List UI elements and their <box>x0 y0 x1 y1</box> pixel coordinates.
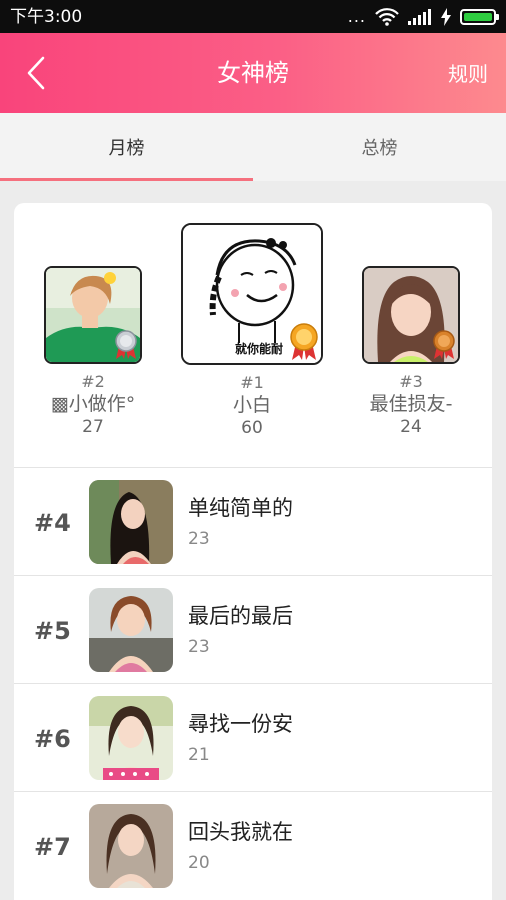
podium: #2 ▩小做作° 27 就你能耐 #1 小白 60 #3 最佳损友- 24 <box>14 203 492 467</box>
list-name: 尋找一份安 <box>188 712 293 736</box>
wifi-icon <box>375 8 399 26</box>
notification-dots: ... <box>347 7 366 26</box>
avatar <box>44 266 142 364</box>
avatar <box>89 696 173 780</box>
podium-item-2[interactable]: #2 ▩小做作° 27 <box>34 266 152 438</box>
battery-icon <box>460 9 499 25</box>
avatar-photo <box>89 480 173 564</box>
signal-icon <box>408 9 431 25</box>
silver-medal-icon <box>115 330 137 359</box>
avatar <box>362 266 460 364</box>
ranking-card: #2 ▩小做作° 27 就你能耐 #1 小白 60 #3 最佳损友- 24 #4… <box>14 203 492 900</box>
photo-caption: 就你能耐 <box>235 342 284 356</box>
status-bar: 下午3:00 ... <box>0 0 506 33</box>
tab-monthly[interactable]: 月榜 <box>0 113 253 181</box>
avatar <box>89 480 173 564</box>
podium-score: 60 <box>241 418 263 438</box>
podium-rank: #3 <box>399 372 423 391</box>
app-header: 女神榜 规则 <box>0 33 506 113</box>
list-score: 21 <box>188 745 210 765</box>
gold-medal-icon <box>290 323 318 360</box>
avatar <box>89 804 173 888</box>
avatar-photo <box>89 696 173 780</box>
podium-name: 小白 <box>232 394 271 416</box>
charging-icon <box>441 8 451 26</box>
tab-overall[interactable]: 总榜 <box>253 113 506 181</box>
podium-item-3[interactable]: #3 最佳损友- 24 <box>352 266 470 438</box>
list-rank: #5 <box>34 617 71 645</box>
list-item[interactable]: #6 尋找一份安 21 <box>14 683 492 791</box>
avatar: 就你能耐 <box>181 223 323 365</box>
podium-rank: #1 <box>240 373 264 392</box>
list-rank: #4 <box>34 509 71 537</box>
podium-item-1[interactable]: 就你能耐 #1 小白 60 <box>180 223 324 439</box>
podium-name: ▩小做作° <box>50 393 136 415</box>
list-rank: #7 <box>34 833 71 861</box>
bronze-medal-icon <box>433 330 455 359</box>
battery-level <box>464 13 492 21</box>
list-name: 单纯简单的 <box>188 496 293 520</box>
list-score: 20 <box>188 853 210 873</box>
page-title: 女神榜 <box>217 59 289 87</box>
avatar-photo <box>89 804 173 888</box>
list-name: 回头我就在 <box>188 820 293 844</box>
ranking-tabs: 月榜 总榜 <box>0 113 506 181</box>
list-item[interactable]: #4 单纯简单的 23 <box>14 467 492 575</box>
list-score: 23 <box>188 637 210 657</box>
rules-link[interactable]: 规则 <box>448 60 488 88</box>
podium-score: 27 <box>82 417 104 437</box>
status-time: 下午3:00 <box>10 7 83 27</box>
avatar <box>89 588 173 672</box>
list-rank: #6 <box>34 725 71 753</box>
list-item[interactable]: #7 回头我就在 20 <box>14 791 492 899</box>
podium-rank: #2 <box>81 372 105 391</box>
list-score: 23 <box>188 529 210 549</box>
list-item[interactable]: #5 最后的最后 23 <box>14 575 492 683</box>
podium-name: 最佳损友- <box>369 393 453 415</box>
list-name: 最后的最后 <box>188 604 293 628</box>
podium-score: 24 <box>400 417 422 437</box>
status-icons: ... <box>347 7 499 27</box>
avatar-photo <box>89 588 173 672</box>
